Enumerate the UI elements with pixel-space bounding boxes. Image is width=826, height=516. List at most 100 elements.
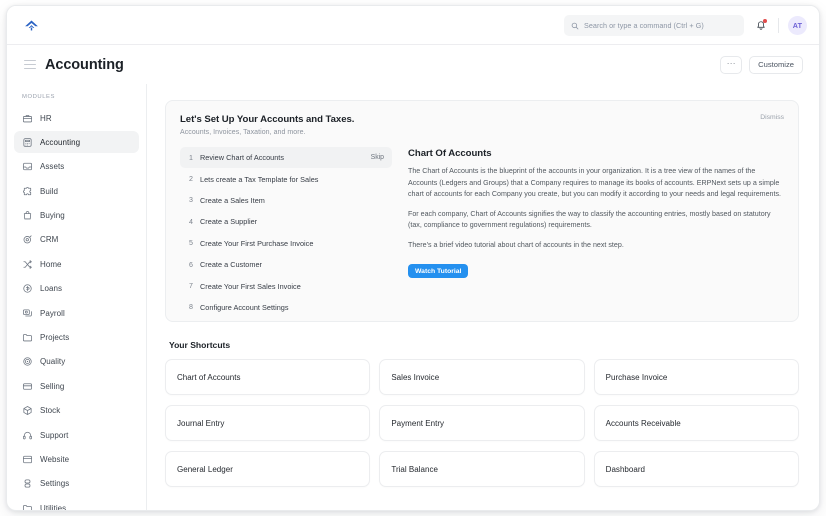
onboarding-title: Let's Set Up Your Accounts and Taxes. [180, 114, 784, 125]
step-number: 8 [185, 303, 197, 311]
shortcut-label: Dashboard [606, 465, 645, 474]
shortcut-label: Journal Entry [177, 419, 224, 428]
sidebar-item-label: Assets [40, 162, 64, 171]
step-number: 7 [185, 282, 197, 290]
sidebar-item-label: Payroll [40, 309, 65, 318]
sidebar-item-label: Loans [40, 284, 62, 293]
sidebar-item-crm[interactable]: CRM [14, 229, 139, 251]
sidebar-item-label: Buying [40, 211, 65, 220]
shortcut-card[interactable]: Purchase Invoice [594, 359, 799, 395]
step-label: Create a Supplier [200, 217, 257, 226]
folder-icon [22, 503, 33, 511]
search-icon [571, 22, 579, 30]
badge-icon [22, 356, 33, 367]
sidebar-item-label: Selling [40, 382, 64, 391]
step-number: 4 [185, 218, 197, 226]
step-number: 2 [185, 175, 197, 183]
watch-tutorial-button[interactable]: Watch Tutorial [408, 264, 468, 278]
sidebar-item-assets[interactable]: Assets [14, 156, 139, 178]
sidebar-item-projects[interactable]: Projects [14, 327, 139, 349]
more-options-button[interactable]: ··· [720, 56, 742, 74]
step-label: Review Chart of Accounts [200, 153, 284, 162]
shortcut-card[interactable]: Payment Entry [379, 405, 584, 441]
card-icon [22, 381, 33, 392]
onboarding-step[interactable]: 2Lets create a Tax Template for Sales [180, 168, 392, 189]
sidebar-item-stock[interactable]: Stock [14, 400, 139, 422]
step-label: Create a Sales Item [200, 196, 265, 205]
onboarding-step[interactable]: 1Review Chart of Accounts Skip [180, 147, 392, 168]
shortcut-card[interactable]: General Ledger [165, 451, 370, 487]
step-label: Create Your First Sales Invoice [200, 282, 301, 291]
money-icon [22, 308, 33, 319]
sidebar-item-label: Home [40, 260, 62, 269]
onboarding-step[interactable]: 3Create a Sales Item [180, 190, 392, 211]
sidebar-item-loans[interactable]: Loans [14, 278, 139, 300]
dismiss-link[interactable]: Dismiss [760, 114, 784, 121]
top-navbar: Search or type a command (Ctrl + G) AT [7, 6, 819, 45]
step-number: 6 [185, 261, 197, 269]
onboarding-steps: 1Review Chart of Accounts Skip 2Lets creat… [180, 147, 392, 318]
onboarding-detail: Chart Of Accounts The Chart of Accounts … [408, 147, 784, 318]
step-label: Lets create a Tax Template for Sales [200, 175, 318, 184]
shortcuts-grid: Chart of Accounts Sales Invoice Purchase I… [165, 359, 799, 487]
shortcut-label: Accounts Receivable [606, 419, 681, 428]
detail-paragraph: For each company, Chart of Accounts sign… [408, 209, 784, 232]
frappe-logo-icon[interactable] [21, 15, 41, 35]
browser-icon [22, 454, 33, 465]
sidebar-item-support[interactable]: Support [14, 424, 139, 446]
search-input[interactable]: Search or type a command (Ctrl + G) [564, 15, 744, 36]
onboarding-subtitle: Accounts, Invoices, Taxation, and more. [180, 129, 784, 136]
shuffle-icon [22, 259, 33, 270]
shortcut-card[interactable]: Chart of Accounts [165, 359, 370, 395]
sidebar-item-utilities[interactable]: Utilities [14, 497, 139, 511]
shortcut-card[interactable]: Dashboard [594, 451, 799, 487]
sidebar-item-label: Support [40, 431, 68, 440]
sidebar-item-accounting[interactable]: Accounting [14, 131, 139, 153]
sidebar-item-home[interactable]: Home [14, 253, 139, 275]
bell-icon[interactable] [753, 18, 769, 34]
step-number: 1 [185, 154, 197, 162]
shortcut-label: Payment Entry [391, 419, 444, 428]
box-icon [22, 405, 33, 416]
sidebar-item-settings[interactable]: Settings [14, 473, 139, 495]
sidebar-item-buying[interactable]: Buying [14, 205, 139, 227]
skip-link[interactable]: Skip [371, 154, 384, 161]
body: MODULES HRAccounting Assets Build Buying CRM… [7, 84, 819, 511]
sliders-icon [22, 478, 33, 489]
sidebar-item-hr[interactable]: HR [14, 107, 139, 129]
onboarding-step[interactable]: 6Create a Customer [180, 254, 392, 275]
shortcut-card[interactable]: Sales Invoice [379, 359, 584, 395]
onboarding-step[interactable]: 7Create Your First Sales Invoice [180, 275, 392, 296]
step-label: Configure Account Settings [200, 303, 289, 312]
onboarding-step[interactable]: 8Configure Account Settings [180, 297, 392, 318]
notification-dot [763, 19, 767, 23]
sidebar-item-quality[interactable]: Quality [14, 351, 139, 373]
shortcut-card[interactable]: Journal Entry [165, 405, 370, 441]
shortcut-card[interactable]: Trial Balance [379, 451, 584, 487]
onboarding-step[interactable]: 4Create a Supplier [180, 211, 392, 232]
sidebar-list: HRAccounting Assets Build Buying CRM Home Loan… [14, 107, 139, 511]
sidebar-item-build[interactable]: Build [14, 180, 139, 202]
step-label: Create a Customer [200, 260, 262, 269]
target-icon [22, 234, 33, 245]
onboarding-step[interactable]: 5Create Your First Purchase Invoice [180, 233, 392, 254]
sidebar-item-selling[interactable]: Selling [14, 375, 139, 397]
search-placeholder: Search or type a command (Ctrl + G) [584, 21, 704, 30]
headset-icon [22, 430, 33, 441]
coin-icon [22, 283, 33, 294]
avatar[interactable]: AT [788, 16, 807, 35]
shortcut-label: Sales Invoice [391, 373, 439, 382]
sidebar-item-payroll[interactable]: Payroll [14, 302, 139, 324]
page-header: Accounting ··· Customize [7, 45, 819, 84]
folder-icon [22, 332, 33, 343]
app-window: Search or type a command (Ctrl + G) AT A… [6, 5, 820, 511]
step-label: Create Your First Purchase Invoice [200, 239, 313, 248]
customize-button[interactable]: Customize [749, 56, 803, 74]
main-content: Let's Set Up Your Accounts and Taxes. Ac… [147, 84, 819, 511]
bag-icon [22, 210, 33, 221]
sidebar-section-label: MODULES [22, 94, 139, 100]
shortcut-card[interactable]: Accounts Receivable [594, 405, 799, 441]
onboarding-card: Let's Set Up Your Accounts and Taxes. Ac… [165, 100, 799, 322]
hamburger-icon[interactable] [24, 60, 36, 70]
sidebar-item-website[interactable]: Website [14, 448, 139, 470]
